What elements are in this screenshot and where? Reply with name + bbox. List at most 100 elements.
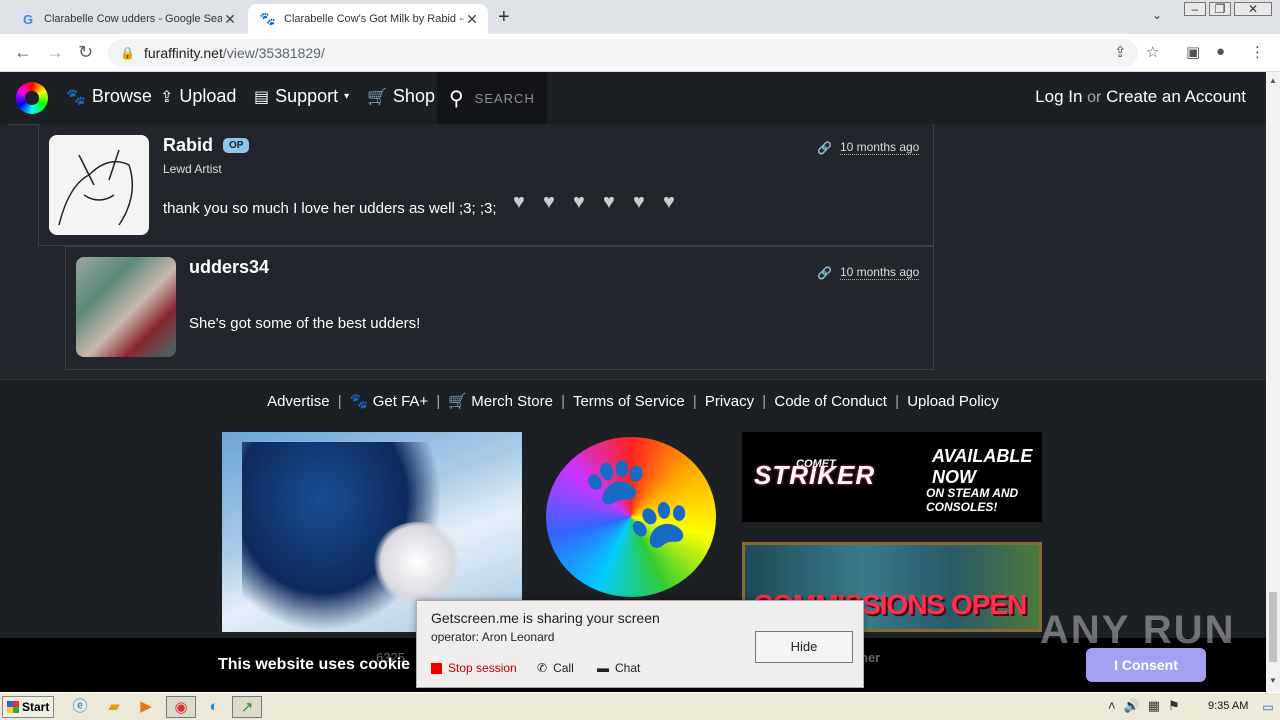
- link-icon[interactable]: 🔗: [817, 141, 832, 155]
- hide-button[interactable]: Hide: [755, 631, 853, 663]
- edge-icon[interactable]: ◐: [202, 696, 226, 718]
- back-icon[interactable]: ←: [14, 42, 32, 63]
- tray-expand-icon[interactable]: ˄: [1108, 698, 1116, 714]
- footer-link-conduct[interactable]: Code of Conduct: [774, 393, 887, 410]
- separator: |: [561, 393, 566, 410]
- chat-icon: ▬: [597, 661, 609, 675]
- bookmark-star-icon[interactable]: ☆: [1146, 43, 1159, 61]
- site-navbar: 🐾 Browse ⇪ Upload ▤ Support ▾ 🛒 Shop ⚲ S…: [0, 72, 1266, 124]
- close-window-button[interactable]: ✕: [1234, 2, 1272, 16]
- footer-link-merch[interactable]: Merch Store: [471, 393, 553, 410]
- link-icon[interactable]: 🔗: [817, 266, 832, 280]
- heart-icon: ♥: [543, 191, 555, 213]
- getscreen-icon[interactable]: ↗: [232, 696, 262, 718]
- tab-furaffinity[interactable]: 🐾 Clarabelle Cow's Got Milk by Rabid -- …: [248, 4, 488, 34]
- url-domain: furaffinity.net: [144, 45, 223, 61]
- footer-link-getfa[interactable]: Get FA+: [373, 393, 428, 410]
- nav-shop[interactable]: 🛒 Shop: [367, 86, 435, 107]
- flag-icon[interactable]: ⚑: [1168, 698, 1180, 714]
- avatar[interactable]: [49, 135, 149, 235]
- restore-button[interactable]: ❐: [1209, 2, 1231, 16]
- stop-icon: [431, 662, 442, 674]
- right-gutter: [944, 124, 1266, 379]
- volume-icon[interactable]: 🔊: [1124, 698, 1140, 714]
- tab-title: Clarabelle Cow's Got Milk by Rabid --: [284, 13, 464, 25]
- new-tab-button[interactable]: +: [498, 6, 510, 29]
- avatar[interactable]: [76, 257, 176, 357]
- nav-upload[interactable]: ⇪ Upload: [160, 86, 236, 107]
- close-icon[interactable]: ✕: [222, 11, 238, 28]
- scroll-thumb[interactable]: [1269, 592, 1277, 662]
- separator: |: [762, 393, 767, 410]
- login-link[interactable]: Log In: [1035, 87, 1082, 106]
- comment-author[interactable]: udders34: [189, 257, 269, 278]
- time-link[interactable]: 10 months ago: [839, 140, 920, 155]
- ad-steam: ON STEAM AND CONSOLES!: [926, 486, 1019, 514]
- cart-icon: 🛒: [367, 88, 387, 106]
- fa-logo[interactable]: [16, 82, 48, 114]
- comments-section: Rabid OP Lewd Artist thank you so much I…: [0, 124, 944, 379]
- folder-icon[interactable]: ▰: [102, 696, 126, 718]
- media-player-icon[interactable]: ▶: [134, 696, 158, 718]
- side-panel-icon[interactable]: ▣: [1186, 43, 1200, 61]
- create-account-link[interactable]: Create an Account: [1106, 87, 1246, 106]
- anyrun-watermark: ANY RUN: [1040, 608, 1236, 652]
- footer-link-privacy[interactable]: Privacy: [705, 393, 754, 410]
- consent-button[interactable]: I Consent: [1086, 648, 1206, 682]
- nav-browse[interactable]: 🐾 Browse: [66, 86, 152, 107]
- share-icon[interactable]: ⇪: [1114, 43, 1127, 61]
- popup-operator: operator: Aron Leonard: [431, 630, 555, 644]
- close-icon[interactable]: ✕: [464, 11, 480, 28]
- heart-icon: ♥: [663, 191, 675, 213]
- clock[interactable]: 9:35 AM: [1208, 700, 1248, 712]
- tab-search-icon[interactable]: ⌄: [1152, 8, 1162, 22]
- search-button[interactable]: ⚲ SEARCH: [437, 72, 547, 124]
- ie-icon[interactable]: ⓔ: [68, 696, 92, 718]
- ad-fa-paw[interactable]: 🐾: [536, 432, 726, 602]
- comment-text: She's got some of the best udders!: [189, 315, 421, 332]
- op-badge: OP: [223, 138, 250, 153]
- ad-comet-striker[interactable]: COMET STRIKER AVAILABLE NOW ON STEAM AND…: [742, 432, 1042, 522]
- paw-icon: 🐾: [66, 88, 86, 106]
- heart-emojis: ♥ ♥ ♥ ♥ ♥ ♥: [513, 192, 685, 212]
- stop-label: Stop session: [448, 661, 517, 675]
- forward-icon[interactable]: →: [46, 42, 64, 63]
- start-button[interactable]: Start: [2, 696, 54, 718]
- windows-flag-icon: [7, 701, 19, 713]
- user-title: Lewd Artist: [163, 162, 222, 176]
- network-icon[interactable]: ▦: [1148, 698, 1160, 714]
- footer-link-tos[interactable]: Terms of Service: [573, 393, 685, 410]
- comment-author[interactable]: Rabid: [163, 135, 213, 156]
- nav-shop-label: Shop: [392, 86, 435, 106]
- tab-google-search[interactable]: G Clarabelle Cow udders - Google Sear ✕: [8, 4, 246, 34]
- tab-strip: G Clarabelle Cow udders - Google Sear ✕ …: [0, 0, 1280, 34]
- stop-session-button[interactable]: Stop session: [431, 661, 517, 675]
- time-link[interactable]: 10 months ago: [839, 265, 920, 280]
- search-label: SEARCH: [474, 90, 535, 106]
- footer-link-advertise[interactable]: Advertise: [267, 393, 330, 410]
- show-desktop-icon[interactable]: ▭: [1256, 696, 1280, 718]
- system-tray: ˄ 🔊 ▦ ⚑: [1108, 698, 1180, 714]
- scroll-down-icon[interactable]: ▼: [1269, 676, 1277, 685]
- url-path: /view/35381829/: [222, 45, 325, 61]
- separator: |: [337, 393, 342, 410]
- chrome-icon[interactable]: ◉: [166, 696, 196, 718]
- nav-support-label: Support: [275, 86, 339, 106]
- minimize-button[interactable]: –: [1184, 2, 1206, 16]
- address-bar[interactable]: 🔒 furaffinity.net/view/35381829/: [108, 39, 1138, 67]
- reload-icon[interactable]: ↻: [78, 42, 93, 63]
- scroll-up-icon[interactable]: ▲: [1269, 76, 1277, 85]
- comment-text: thank you so much I love her udders as w…: [163, 200, 497, 217]
- call-button[interactable]: ✆ Call: [537, 661, 574, 675]
- or-text: or: [1087, 89, 1102, 106]
- profile-icon[interactable]: ●: [1216, 43, 1225, 60]
- footer-links: Advertise | 🐾 Get FA+ | 🛒 Merch Store | …: [0, 392, 1266, 410]
- nav-support[interactable]: ▤ Support ▾: [254, 86, 349, 107]
- footer-link-upload-policy[interactable]: Upload Policy: [907, 393, 999, 410]
- heart-icon: ♥: [633, 191, 645, 213]
- page-scrollbar[interactable]: ▲ ▼: [1266, 72, 1280, 692]
- menu-icon[interactable]: ⋮: [1250, 43, 1265, 61]
- comment-rabid: Rabid OP Lewd Artist thank you so much I…: [38, 124, 934, 246]
- chat-button[interactable]: ▬ Chat: [597, 661, 640, 675]
- auth-links: Log In or Create an Account: [1035, 87, 1246, 107]
